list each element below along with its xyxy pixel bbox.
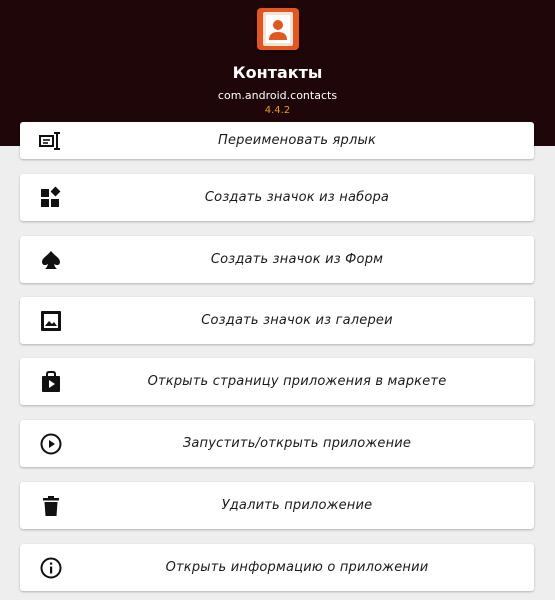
market-icon: [39, 370, 63, 394]
app-version: 4.4.2: [264, 105, 291, 116]
menu-item-label: Открыть страницу приложения в маркете: [147, 374, 447, 389]
rename-shortcut-button[interactable]: Переименовать ярлык: [20, 122, 534, 159]
menu-item-label: Создать значок из набора: [204, 190, 390, 205]
delete-icon: [39, 494, 63, 518]
create-icon-from-shapes-button[interactable]: Создать значок из Форм: [20, 236, 534, 283]
gallery-icon: [39, 309, 63, 333]
icon-set-icon: [39, 186, 63, 210]
open-app-info-button[interactable]: Открыть информацию о приложении: [20, 544, 534, 591]
create-icon-from-gallery-button[interactable]: Создать значок из галереи: [20, 297, 534, 344]
info-icon: [39, 556, 63, 580]
app-package-name: com.android.contacts: [217, 89, 338, 102]
menu-item-label: Создать значок из галереи: [201, 313, 393, 328]
rename-icon: [39, 129, 63, 153]
app-title: Контакты: [232, 63, 323, 82]
menu-item-label: Удалить приложение: [221, 498, 373, 513]
open-market-page-button[interactable]: Открыть страницу приложения в маркете: [20, 358, 534, 405]
menu-item-label: Открыть информацию о приложении: [165, 560, 429, 575]
shape-icon: [39, 248, 63, 272]
menu-item-label: Создать значок из Форм: [210, 252, 384, 267]
create-icon-from-set-button[interactable]: Создать значок из набора: [20, 174, 534, 221]
delete-app-button[interactable]: Удалить приложение: [20, 482, 534, 529]
contacts-app-icon: [257, 8, 299, 50]
menu-item-label: Запустить/открыть приложение: [182, 436, 412, 451]
play-icon: [39, 432, 63, 456]
menu-item-label: Переименовать ярлык: [217, 133, 377, 148]
launch-app-button[interactable]: Запустить/открыть приложение: [20, 420, 534, 467]
